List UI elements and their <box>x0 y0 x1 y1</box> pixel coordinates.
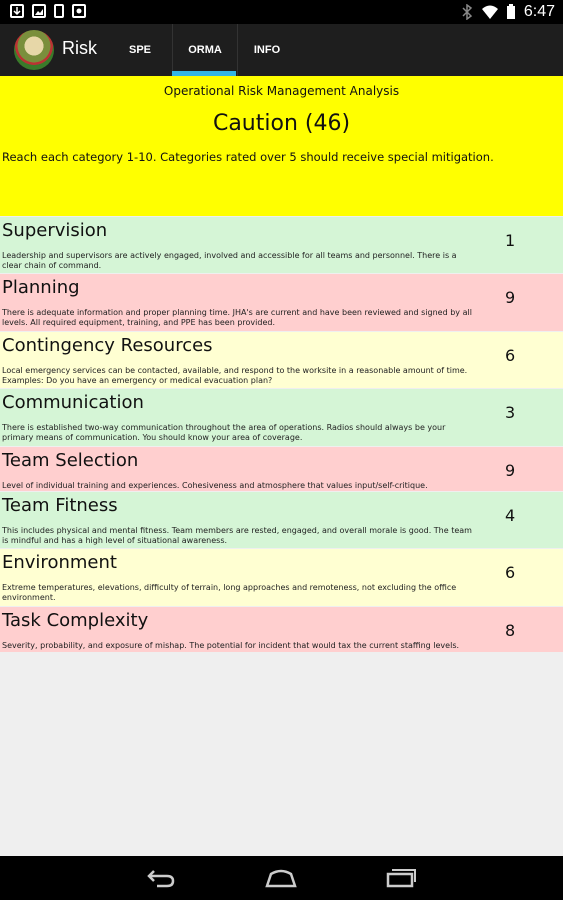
category-score[interactable]: 9 <box>505 461 515 480</box>
category-title: Communication <box>2 392 144 413</box>
category-score[interactable]: 4 <box>505 506 515 525</box>
category-description: This includes physical and mental fitnes… <box>2 526 472 545</box>
category-row-supervision[interactable]: Supervision Leadership and supervisors a… <box>0 217 563 273</box>
category-description: Level of individual training and experie… <box>2 481 428 490</box>
category-title: Task Complexity <box>2 610 149 631</box>
camera-icon <box>72 4 86 18</box>
category-title: Contingency Resources <box>2 335 213 356</box>
category-row-team-fitness[interactable]: Team Fitness This includes physical and … <box>0 492 563 548</box>
category-score[interactable]: 6 <box>505 346 515 365</box>
category-score[interactable]: 8 <box>505 621 515 640</box>
category-row-team-selection[interactable]: Team Selection Level of individual train… <box>0 447 563 491</box>
category-row-communication[interactable]: Communication There is established two-w… <box>0 389 563 446</box>
category-score[interactable]: 6 <box>505 563 515 582</box>
category-score[interactable]: 9 <box>505 288 515 307</box>
category-title: Supervision <box>2 220 108 241</box>
tab-info[interactable]: INFO <box>238 24 296 76</box>
category-description: Leadership and supervisors are actively … <box>2 251 457 270</box>
risk-result: Caution (46) <box>212 111 351 136</box>
system-nav-bar <box>0 856 563 900</box>
instructions-text: Reach each category 1-10. Categories rat… <box>2 150 494 164</box>
category-description: There is adequate information and proper… <box>2 308 472 327</box>
wifi-icon <box>481 5 498 19</box>
tab-orma[interactable]: ORMA <box>172 24 238 76</box>
category-row-planning[interactable]: Planning There is adequate information a… <box>0 274 563 331</box>
tab-spe[interactable]: SPE <box>110 24 170 76</box>
analysis-subtitle: Operational Risk Management Analysis <box>163 84 400 98</box>
category-title: Environment <box>2 552 117 573</box>
category-score[interactable]: 1 <box>505 231 515 250</box>
category-title: Team Selection <box>2 450 139 471</box>
category-row-contingency-resources[interactable]: Contingency Resources Local emergency se… <box>0 332 563 388</box>
phone-icon <box>54 4 64 18</box>
app-logo-icon[interactable] <box>14 30 54 70</box>
home-icon[interactable] <box>265 866 297 888</box>
category-title: Planning <box>2 277 80 298</box>
category-title: Team Fitness <box>2 495 118 516</box>
category-description: Extreme temperatures, elevations, diffic… <box>2 583 457 602</box>
app-title: Risk <box>62 38 97 58</box>
bluetooth-icon <box>462 4 473 20</box>
category-description: Severity, probability, and exposure of m… <box>2 641 460 650</box>
back-icon[interactable] <box>145 866 177 888</box>
category-row-environment[interactable]: Environment Extreme temperatures, elevat… <box>0 549 563 606</box>
recent-apps-icon[interactable] <box>385 866 417 888</box>
category-description: Local emergency services can be contacte… <box>2 366 468 385</box>
category-description: There is established two-way communicati… <box>2 423 446 442</box>
clock: 6:47 <box>523 3 555 20</box>
battery-icon <box>506 4 515 19</box>
status-bar: 6:47 <box>0 0 563 24</box>
category-score[interactable]: 3 <box>505 403 515 422</box>
download-icon <box>10 4 24 18</box>
action-bar: Risk SPE ORMA INFO <box>0 24 563 76</box>
image-icon <box>32 4 46 18</box>
summary-header: Operational Risk Management Analysis Cau… <box>0 76 563 216</box>
category-row-task-complexity[interactable]: Task Complexity Severity, probability, a… <box>0 607 563 652</box>
